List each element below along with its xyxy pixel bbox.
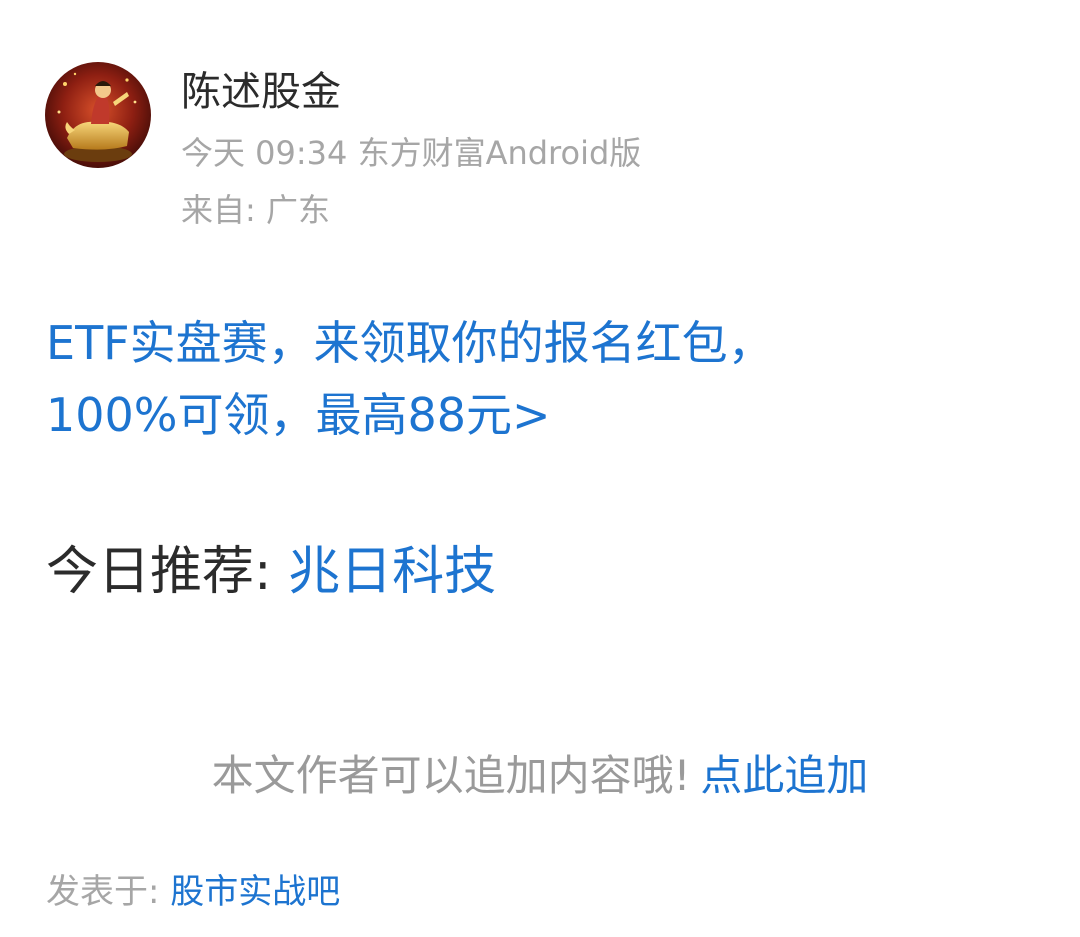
post-time: 今天 09:34 东方财富Android版 bbox=[181, 134, 642, 172]
location-value: 广东 bbox=[265, 191, 330, 229]
promo-line-1[interactable]: ETF实盘赛，来领取你的报名红包， bbox=[46, 307, 1036, 379]
recommend-label: 今日推荐: bbox=[46, 542, 289, 602]
author-avatar[interactable] bbox=[45, 62, 151, 168]
avatar-image bbox=[45, 62, 151, 168]
append-hint-text: 本文作者可以追加内容哦! bbox=[211, 751, 691, 800]
posted-in-label: 发表于: bbox=[46, 872, 171, 912]
append-content-link[interactable]: 点此追加 bbox=[700, 751, 868, 800]
author-name[interactable]: 陈述股金 bbox=[181, 64, 341, 120]
post-page: 陈述股金 今天 09:34 东方财富Android版 来自: 广东 ETF实盘赛… bbox=[0, 0, 1080, 937]
promo-link[interactable]: ETF实盘赛，来领取你的报名红包， 100%可领，最高88元> bbox=[46, 307, 1036, 451]
promo-line-2[interactable]: 100%可领，最高88元> bbox=[46, 379, 1036, 451]
location-label: 来自: bbox=[181, 191, 266, 229]
recommendation: 今日推荐: 兆日科技 bbox=[46, 537, 496, 607]
append-content-bar: 本文作者可以追加内容哦! 点此追加 bbox=[0, 746, 1080, 806]
recommend-stock-link[interactable]: 兆日科技 bbox=[288, 542, 496, 602]
post-location: 来自: 广东 bbox=[181, 188, 330, 232]
posted-in-bar-link[interactable]: 股市实战吧 bbox=[170, 872, 340, 912]
posted-in: 发表于: 股市实战吧 bbox=[46, 867, 340, 917]
